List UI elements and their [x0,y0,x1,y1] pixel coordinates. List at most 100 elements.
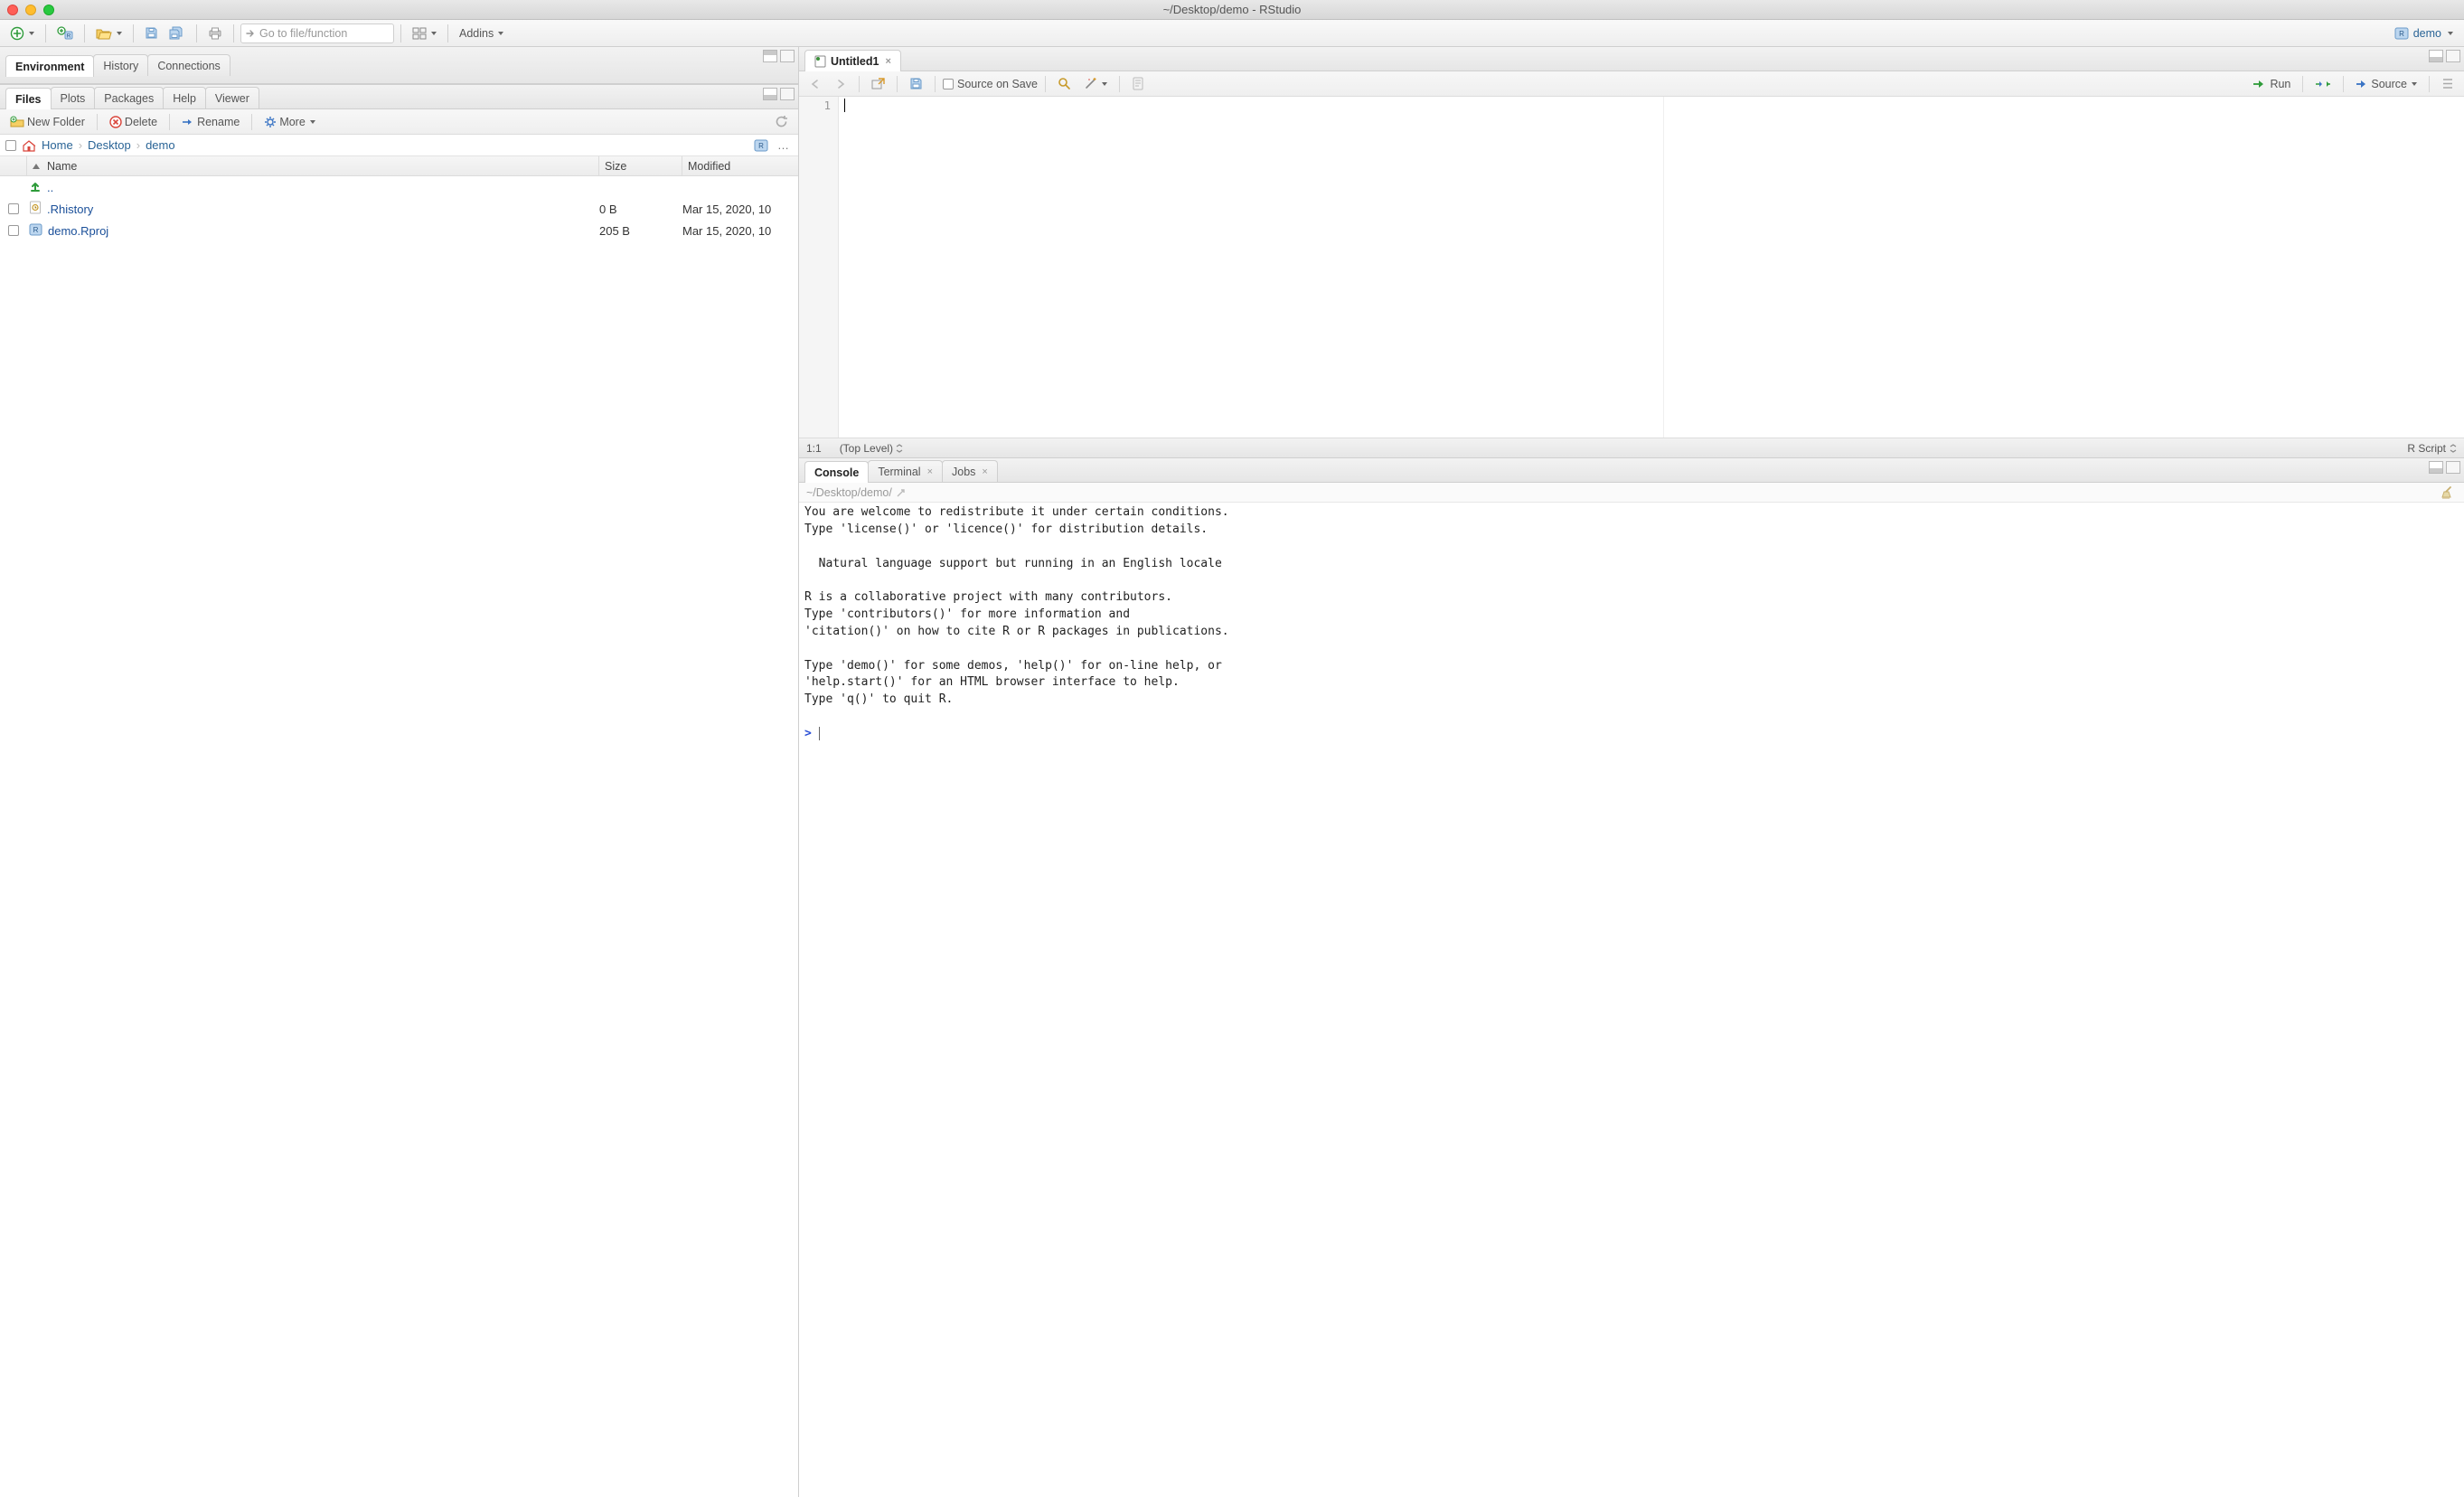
tab-connections[interactable]: Connections [147,54,230,76]
rerun-button[interactable] [2310,74,2336,94]
find-replace-button[interactable] [1053,74,1076,94]
restore-pane-icon[interactable] [763,50,777,62]
arrow-right-icon [834,79,847,89]
new-folder-button[interactable]: New Folder [5,112,89,132]
r-project-icon[interactable]: R [754,139,768,152]
files-listing: ...Rhistory0 BMar 15, 2020, 10Rdemo.Rpro… [0,176,798,1497]
console-output[interactable]: You are welcome to redistribute it under… [799,503,2464,1497]
main-toolbar: R Go to file/function Addins R demo [0,20,2464,47]
compile-report-button[interactable] [1127,74,1149,94]
file-row[interactable]: .Rhistory0 BMar 15, 2020, 10 [0,198,798,220]
search-icon [1058,77,1071,90]
file-row-checkbox[interactable] [8,225,19,236]
language-selector[interactable]: R Script [2407,442,2457,455]
tab-console[interactable]: Console [804,461,869,483]
project-menu[interactable]: R demo [2389,25,2459,42]
floppy-icon [909,77,923,90]
magic-wand-icon [1084,77,1097,90]
new-file-button[interactable] [5,24,39,43]
notebook-icon [1132,77,1144,90]
show-in-new-window-button[interactable] [867,74,889,94]
column-header-size[interactable]: Size [599,156,682,175]
plus-circle-icon [10,26,24,41]
breadcrumb-demo[interactable]: demo [146,138,175,152]
file-row[interactable]: Rdemo.Rproj205 BMar 15, 2020, 10 [0,220,798,241]
scope-selector[interactable]: (Top Level) [840,442,904,455]
tab-environment[interactable]: Environment [5,55,94,77]
close-tab-icon[interactable]: × [885,56,890,67]
save-source-button[interactable] [905,74,927,94]
outline-button[interactable] [2437,74,2459,94]
minimize-pane-icon[interactable] [763,88,777,100]
file-row[interactable]: .. [0,176,798,198]
console-pane: Console Terminal× Jobs× ~/Desktop/demo/ … [799,458,2464,1497]
maximize-pane-icon[interactable] [780,88,795,100]
source-editor[interactable]: 1 [799,97,2464,438]
goto-placeholder: Go to file/function [259,27,347,40]
file-name[interactable]: .. [27,180,599,195]
file-size: 0 B [599,202,682,216]
tab-help[interactable]: Help [163,87,206,108]
breadcrumb-desktop[interactable]: Desktop [88,138,131,152]
print-button[interactable] [203,24,227,43]
close-tab-icon[interactable]: × [982,466,987,477]
new-project-button[interactable]: R [52,24,78,43]
refresh-files-button[interactable] [770,112,793,132]
goto-dir-icon[interactable] [896,487,907,498]
environment-pane: Environment History Connections [0,47,798,85]
open-file-button[interactable] [91,24,127,43]
minimize-pane-icon[interactable] [2429,461,2443,474]
workspace-panes-button[interactable] [408,24,441,43]
source-on-save-label: Source on Save [957,78,1038,90]
tab-plots[interactable]: Plots [51,87,96,108]
file-size: 205 B [599,224,682,238]
source-nav-fwd-button[interactable] [830,74,851,94]
margin-rule [1663,97,1664,438]
source-nav-back-button[interactable] [804,74,826,94]
files-column-headers: Name Size Modified [0,156,798,176]
minimize-pane-icon[interactable] [2429,50,2443,62]
floppy-icon [145,26,158,40]
column-header-modified[interactable]: Modified [682,156,798,175]
select-all-checkbox[interactable] [5,140,16,151]
code-tools-button[interactable] [1079,74,1112,94]
maximize-pane-icon[interactable] [2446,50,2460,62]
r-project-icon: R [2394,27,2409,40]
console-working-dir: ~/Desktop/demo/ [799,483,2464,503]
source-tab-label: Untitled1 [831,55,879,68]
file-row-checkbox[interactable] [8,203,19,214]
close-tab-icon[interactable]: × [927,466,933,477]
chevron-right-icon: › [136,138,140,152]
gear-icon [264,116,277,128]
breadcrumb-more-button[interactable]: … [774,138,793,152]
source-tab-untitled1[interactable]: Untitled1 × [804,50,901,71]
source-script-button[interactable]: Source [2351,74,2422,94]
file-name[interactable]: .Rhistory [27,201,599,217]
breadcrumb-home[interactable]: Home [42,138,73,152]
maximize-pane-icon[interactable] [780,50,795,62]
tab-files[interactable]: Files [5,88,52,109]
more-button[interactable]: More [259,112,319,132]
column-header-name[interactable]: Name [27,156,599,175]
tab-terminal[interactable]: Terminal× [868,460,943,482]
line-number: 1 [799,99,831,112]
addins-menu[interactable]: Addins [455,24,508,43]
run-button[interactable]: Run [2248,74,2295,94]
folder-open-icon [96,27,112,40]
file-name[interactable]: Rdemo.Rproj [27,223,599,239]
environment-tabbar: Environment History Connections [0,47,798,84]
source-on-save-checkbox[interactable] [943,79,954,89]
clear-console-icon[interactable] [2440,485,2457,500]
tab-packages[interactable]: Packages [94,87,164,108]
rerun-icon [2315,79,2331,89]
maximize-pane-icon[interactable] [2446,461,2460,474]
tab-jobs[interactable]: Jobs× [942,460,998,482]
rename-button[interactable]: Rename [177,112,244,132]
delete-button[interactable]: Delete [105,112,162,132]
tab-viewer[interactable]: Viewer [205,87,259,108]
tab-history[interactable]: History [93,54,148,76]
save-all-button[interactable] [165,24,190,43]
goto-file-function-input[interactable]: Go to file/function [240,24,394,43]
save-button[interactable] [140,24,163,43]
updown-icon [2450,444,2457,453]
